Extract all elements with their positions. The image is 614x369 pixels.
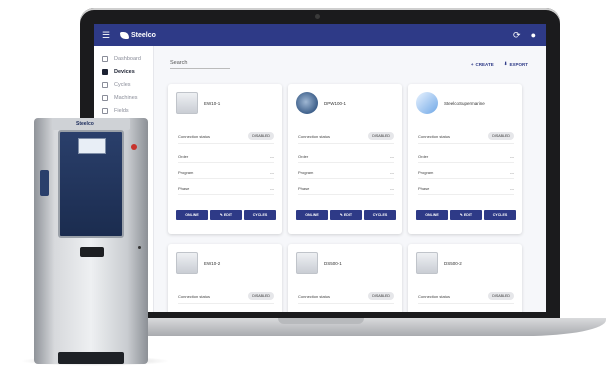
- machine-brand-logo: Steelco: [76, 121, 94, 127]
- status-badge: DISABLED: [368, 292, 394, 300]
- laptop-notch: [278, 318, 364, 324]
- card-actions: ONLINE ✎ EDIT CYCLES: [296, 210, 396, 220]
- online-button[interactable]: ONLINE: [176, 210, 208, 220]
- export-button[interactable]: ⬇ EXPORT: [504, 61, 528, 67]
- app-screen: ☰ Steelco ⟳ ● Dashboard Devices Cycles M…: [94, 24, 546, 312]
- devices-icon: [102, 68, 108, 75]
- connection-status-row: Connection status DISABLED: [178, 132, 274, 144]
- device-thumbnail: [176, 92, 198, 114]
- machine-display: [78, 138, 106, 154]
- search-input[interactable]: Search: [170, 60, 230, 69]
- connection-status-row: Connection status DISABLED: [418, 292, 514, 304]
- device-name: EW10-1: [204, 101, 221, 106]
- sidebar-item-devices[interactable]: Devices: [94, 65, 153, 78]
- online-button[interactable]: ONLINE: [416, 210, 448, 220]
- status-badge: DISABLED: [248, 132, 274, 140]
- hero-image: ☰ Steelco ⟳ ● Dashboard Devices Cycles M…: [0, 0, 614, 369]
- device-name: DPW100-1: [324, 101, 347, 106]
- edit-button[interactable]: ✎ EDIT: [210, 210, 242, 220]
- device-name: DS500-1: [324, 261, 342, 266]
- machine-indicator: [138, 246, 141, 249]
- sidebar-item-fields[interactable]: Fields: [94, 104, 153, 117]
- card-actions: ONLINE ✎ EDIT CYCLES: [416, 210, 516, 220]
- device-card: EW10-1 Connection status DISABLED Order --…: [168, 84, 282, 234]
- edit-button[interactable]: ✎ EDIT: [330, 210, 362, 220]
- main-content: Search + CREATE ⬇ EXPORT EW10-1 Connection…: [160, 46, 540, 312]
- cycles-button[interactable]: CYCLES: [484, 210, 516, 220]
- order-row: Order ---: [178, 154, 274, 163]
- program-row: Program ---: [418, 170, 514, 179]
- connection-status-row: Connection status DISABLED: [298, 132, 394, 144]
- device-thumbnail: [416, 252, 438, 274]
- device-thumbnail: [176, 252, 198, 274]
- refresh-icon[interactable]: ⟳: [513, 30, 521, 41]
- device-card: DPW100-1 Connection status DISABLED Order…: [288, 84, 402, 234]
- order-row: Order ---: [298, 154, 394, 163]
- machine-handle: [40, 170, 49, 196]
- device-card: DS500-1 Connection status DISABLED: [288, 244, 402, 312]
- connection-status-row: Connection status DISABLED: [178, 292, 274, 304]
- connection-status-row: Connection status DISABLED: [298, 292, 394, 304]
- connection-status-row: Connection status DISABLED: [418, 132, 514, 144]
- plus-icon: +: [470, 61, 474, 67]
- machine-base: [58, 352, 124, 364]
- card-actions: ONLINE ✎ EDIT CYCLES: [176, 210, 276, 220]
- status-badge: DISABLED: [488, 292, 514, 300]
- device-thumbnail: [296, 252, 318, 274]
- sidebar-item-cycles[interactable]: Cycles: [94, 78, 153, 91]
- device-card: EW10-2 Connection status DISABLED: [168, 244, 282, 312]
- device-name: DS500-2: [444, 261, 462, 266]
- dashboard-icon: [102, 55, 108, 62]
- menu-icon[interactable]: ☰: [102, 30, 112, 41]
- status-badge: DISABLED: [248, 292, 274, 300]
- machines-icon: [102, 94, 108, 101]
- printer-slot: [80, 247, 104, 257]
- pencil-icon: ✎: [459, 213, 463, 217]
- edit-button[interactable]: ✎ EDIT: [450, 210, 482, 220]
- cycles-button[interactable]: CYCLES: [364, 210, 396, 220]
- status-badge: DISABLED: [368, 132, 394, 140]
- fields-icon: [102, 107, 108, 114]
- phase-row: Phase ---: [178, 186, 274, 195]
- device-name: SteelcoSupermarine: [444, 101, 485, 106]
- toolbar: + CREATE ⬇ EXPORT: [471, 61, 528, 67]
- pencil-icon: ✎: [219, 213, 223, 217]
- create-button[interactable]: + CREATE: [471, 61, 494, 67]
- device-card: SteelcoSupermarine Connection status DISA…: [408, 84, 522, 234]
- device-thumbnail: [416, 92, 438, 114]
- brand-logo: Steelco: [120, 31, 156, 39]
- phase-row: Phase ---: [298, 186, 394, 195]
- status-badge: DISABLED: [488, 132, 514, 140]
- device-thumbnail: [296, 92, 318, 114]
- cycles-icon: [102, 81, 108, 88]
- app-header: ☰ Steelco ⟳ ●: [94, 24, 546, 46]
- device-name: EW10-2: [204, 261, 221, 266]
- laptop-camera: [315, 14, 320, 19]
- pencil-icon: ✎: [339, 213, 343, 217]
- program-row: Program ---: [178, 170, 274, 179]
- download-icon: ⬇: [503, 61, 508, 66]
- online-button[interactable]: ONLINE: [296, 210, 328, 220]
- program-row: Program ---: [298, 170, 394, 179]
- emergency-stop-icon: [131, 144, 137, 150]
- sidebar-item-dashboard[interactable]: Dashboard: [94, 52, 153, 65]
- device-card: DS500-2 Connection status DISABLED: [408, 244, 522, 312]
- cycles-button[interactable]: CYCLES: [244, 210, 276, 220]
- account-icon[interactable]: ●: [531, 30, 536, 41]
- phase-row: Phase ---: [418, 186, 514, 195]
- order-row: Order ---: [418, 154, 514, 163]
- sidebar-item-machines[interactable]: Machines: [94, 91, 153, 104]
